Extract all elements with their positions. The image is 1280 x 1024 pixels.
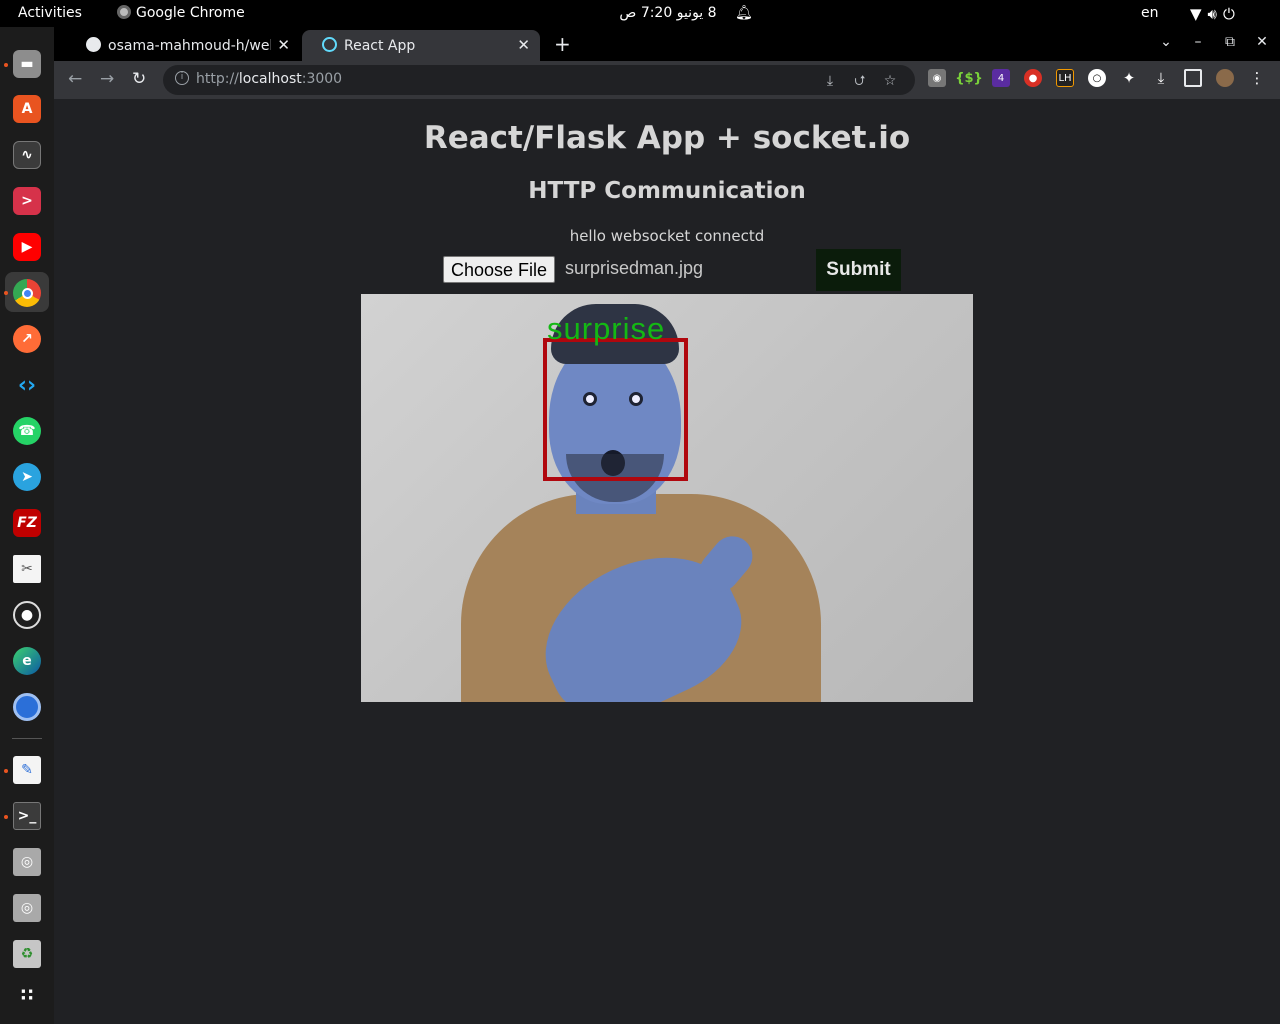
choose-file-button[interactable]: Choose File	[443, 256, 556, 283]
document-icon[interactable]: ✂	[13, 555, 41, 583]
running-indicator	[4, 63, 8, 67]
extension-badge-icon[interactable]: 4	[992, 69, 1010, 87]
back-icon[interactable]: ←	[68, 69, 82, 89]
postman-icon[interactable]: ↗	[13, 325, 41, 353]
browser-toolbar: ← → ↻ i http://localhost:3000 ⤓ ⮍ ☆ ◉ {$} …	[54, 61, 1280, 99]
side-panel-icon[interactable]	[1184, 69, 1202, 87]
edge-icon[interactable]: e	[13, 647, 41, 675]
proxy-extension-icon[interactable]: ○	[1088, 69, 1106, 87]
install-app-icon[interactable]: ⤓	[815, 73, 845, 89]
minimize-icon[interactable]: –	[1182, 34, 1214, 50]
menu-kebab-icon[interactable]: ⋮	[1248, 69, 1266, 87]
close-window-icon[interactable]: ✕	[1246, 34, 1278, 50]
chrome-icon	[117, 5, 131, 19]
app-grid-icon[interactable]: ∷	[13, 981, 41, 1009]
chrome-icon[interactable]	[13, 279, 41, 307]
tab-github[interactable]: osama-mahmoud-h/webs ✕	[66, 30, 300, 61]
page-title: React/Flask App + socket.io	[423, 120, 911, 156]
websocket-status: hello websocket connectd	[569, 227, 765, 245]
tab-search-icon[interactable]: ⌄	[1150, 34, 1182, 50]
telegram-icon[interactable]: ➤	[13, 463, 41, 491]
notification-bell-icon: 🔔︎	[735, 5, 753, 21]
app-menu-label: Google Chrome	[136, 5, 245, 21]
system-monitor-icon[interactable]: ∿	[13, 141, 41, 169]
face-detection-box	[543, 338, 688, 481]
running-indicator	[4, 815, 8, 819]
disk-icon[interactable]: ◎	[13, 848, 41, 876]
reload-icon[interactable]: ↻	[132, 69, 146, 89]
terminal-red-icon[interactable]: >	[13, 187, 41, 215]
info-icon[interactable]: i	[175, 71, 189, 85]
youtube-icon[interactable]: ▶	[13, 233, 41, 261]
running-indicator	[4, 291, 8, 295]
address-bar[interactable]: i http://localhost:3000 ⤓ ⮍ ☆	[163, 65, 915, 95]
page-subtitle: HTTP Communication	[528, 178, 806, 204]
power-icon: ⏻	[1223, 5, 1241, 23]
share-icon[interactable]: ⮍	[845, 70, 875, 94]
app-menu[interactable]: Google Chrome	[117, 5, 245, 21]
tab-title: osama-mahmoud-h/webs	[108, 38, 286, 54]
close-tab-icon[interactable]: ✕	[271, 36, 290, 54]
obs-icon[interactable]: ●	[13, 601, 41, 629]
download-icon[interactable]: ⤓	[1152, 69, 1170, 87]
clock[interactable]: 8 يونيو 7:20 ص	[598, 5, 738, 21]
vscode-icon[interactable]: ‹›	[13, 371, 41, 399]
dock: ▬ A ∿ > ▶ ↗ ‹› ☎ ➤ FZ ✂ ● e ✎ >_ ◎ ◎ ♻ ∷	[0, 27, 54, 1024]
new-tab-button[interactable]: +	[554, 32, 571, 56]
tab-title: React App	[344, 38, 416, 54]
react-icon	[322, 37, 337, 52]
window-controls: ⌄ – ⧉ ✕	[1150, 34, 1278, 50]
dock-separator	[12, 738, 42, 739]
volume-icon: 🔊︎	[1207, 5, 1223, 23]
close-tab-icon[interactable]: ✕	[517, 36, 530, 54]
recorder-extension-icon[interactable]: ●	[1024, 69, 1042, 87]
result-image: surprise	[361, 294, 973, 702]
camera-extension-icon[interactable]: ◉	[928, 69, 946, 87]
github-icon	[86, 37, 101, 52]
activities-button[interactable]: Activities	[18, 5, 82, 21]
disk-icon-2[interactable]: ◎	[13, 894, 41, 922]
tab-react-app[interactable]: React App ✕	[302, 30, 540, 61]
json-extension-icon[interactable]: {$}	[955, 69, 983, 87]
bookmark-star-icon[interactable]: ☆	[875, 73, 905, 89]
submit-button[interactable]: Submit	[816, 249, 901, 291]
whatsapp-icon[interactable]: ☎	[13, 417, 41, 445]
url-text[interactable]: http://localhost:3000	[196, 71, 342, 87]
system-tray[interactable]: ▼🔊︎⏻	[1190, 5, 1241, 23]
puzzle-extensions-icon[interactable]: ✦	[1120, 69, 1138, 87]
forward-icon[interactable]: →	[100, 69, 114, 89]
filezilla-icon[interactable]: FZ	[13, 509, 41, 537]
terminal-icon[interactable]: >_	[13, 802, 41, 830]
files-icon[interactable]: ▬	[13, 50, 41, 78]
page-content: React/Flask App + socket.io HTTP Communi…	[54, 99, 1280, 1024]
restore-icon[interactable]: ⧉	[1214, 34, 1246, 50]
language-indicator[interactable]: en	[1141, 5, 1159, 21]
chromium-icon[interactable]	[13, 693, 41, 721]
wifi-icon: ▼	[1190, 5, 1208, 23]
trash-icon[interactable]: ♻	[13, 940, 41, 968]
text-editor-icon[interactable]: ✎	[13, 756, 41, 784]
system-top-bar: Activities Google Chrome 8 يونيو 7:20 ص …	[0, 0, 1280, 27]
lighthouse-extension-icon[interactable]: LH	[1056, 69, 1074, 87]
selected-file-name: surprisedman.jpg	[565, 258, 704, 278]
omnibox-actions: ⤓ ⮍ ☆	[815, 70, 905, 94]
app-center-icon[interactable]: A	[13, 95, 41, 123]
tab-strip: osama-mahmoud-h/webs ✕ React App ✕ + ⌄ – ⧉…	[54, 27, 1280, 61]
profile-avatar-icon[interactable]	[1216, 69, 1234, 87]
chrome-window: osama-mahmoud-h/webs ✕ React App ✕ + ⌄ – ⧉…	[54, 27, 1280, 1024]
emotion-label: surprise	[547, 311, 666, 346]
running-indicator	[4, 769, 8, 773]
